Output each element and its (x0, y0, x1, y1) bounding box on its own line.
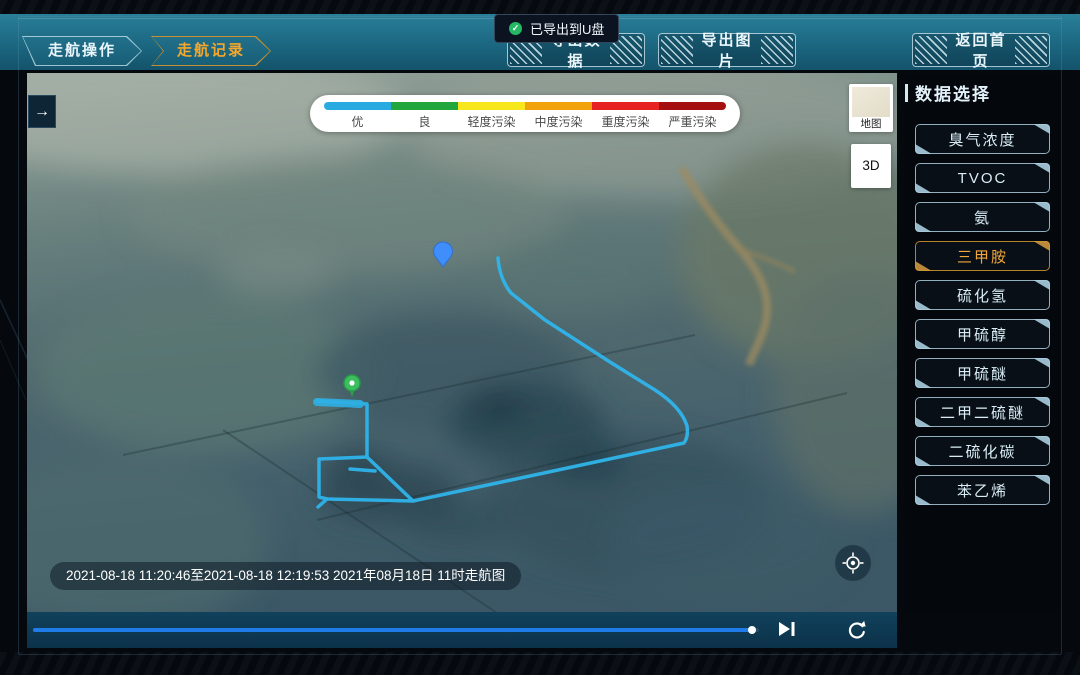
basemap-label: 地图 (849, 117, 893, 131)
tab-label: 走航操作 (22, 36, 142, 66)
sidebar-title: 数据选择 (905, 80, 1060, 105)
export-success-toast: ✓ 已导出到U盘 (494, 14, 619, 43)
success-check-icon: ✓ (509, 22, 522, 35)
playback-bar (27, 612, 897, 648)
playback-progress-track[interactable] (33, 628, 759, 632)
aqi-level-label: 优 (324, 113, 391, 130)
aqi-color-segment (391, 102, 458, 110)
pollutant-button[interactable]: TVOC (915, 163, 1050, 193)
aqi-gradient-bar (324, 102, 726, 110)
top-decorative-strip (0, 0, 1080, 14)
map-3d-toggle-button[interactable]: 3D (851, 144, 891, 188)
pollutant-label: 苯乙烯 (957, 480, 1008, 501)
aqi-label-row: 优良轻度污染中度污染重度污染严重污染 (324, 113, 726, 130)
pollutant-label: 甲硫醚 (957, 363, 1008, 384)
aqi-color-segment (458, 102, 525, 110)
aqi-level-label: 严重污染 (659, 113, 726, 130)
skip-end-icon (777, 621, 797, 637)
pollutant-label: 甲硫醇 (957, 324, 1008, 345)
pollutant-button[interactable]: 二硫化碳 (915, 436, 1050, 466)
progress-fill (33, 628, 752, 632)
aqi-color-segment (659, 102, 726, 110)
route-time-caption: 2021-08-18 11:20:46至2021-08-18 12:19:53 … (50, 562, 521, 590)
bottom-decorative-strip (0, 652, 1080, 675)
basemap-thumbnail (852, 87, 890, 117)
back-home-button[interactable]: 返回首页 (912, 33, 1050, 67)
pollutant-label: 氨 (974, 207, 991, 228)
pollutant-button[interactable]: 三甲胺 (915, 241, 1050, 271)
back-home-label: 返回首页 (949, 29, 1013, 71)
export-image-label: 导出图片 (695, 29, 759, 71)
progress-knob[interactable] (748, 626, 756, 634)
pollutant-label: 二硫化碳 (948, 441, 1016, 462)
data-select-sidebar: 数据选择 臭气浓度 TVOC 氨 三甲胺 (905, 75, 1060, 612)
left-circuit-decoration (0, 270, 30, 470)
nav-tab[interactable]: 走航操作 (22, 36, 142, 66)
title-accent-bar (905, 84, 908, 102)
aqi-color-segment (592, 102, 659, 110)
pollutant-label: 二甲二硫醚 (940, 402, 1025, 423)
aqi-level-label: 重度污染 (592, 113, 659, 130)
pollutant-label: 三甲胺 (957, 246, 1008, 267)
hatch-decoration (661, 36, 693, 64)
pollutant-button[interactable]: 硫化氢 (915, 280, 1050, 310)
locate-compass-button[interactable] (835, 545, 871, 581)
hatch-decoration (761, 36, 793, 64)
export-image-button[interactable]: 导出图片 (658, 33, 796, 67)
aqi-level-label: 良 (391, 113, 458, 130)
crosshair-target-icon (841, 551, 865, 575)
basemap-switch-button[interactable]: 地图 (849, 84, 893, 132)
pollutant-label: 硫化氢 (957, 285, 1008, 306)
pollutant-button[interactable]: 甲硫醇 (915, 319, 1050, 349)
refresh-icon (847, 620, 867, 640)
tab-group: 走航操作 走航记录 (22, 36, 271, 66)
pollutant-label: TVOC (958, 170, 1008, 187)
pollutant-label: 臭气浓度 (948, 129, 1016, 150)
satellite-map-canvas (27, 73, 897, 612)
app-root: 走航操作 走航记录 导出数据 导出图片 返回首页 (0, 0, 1080, 675)
aqi-level-label: 中度污染 (525, 113, 592, 130)
aqi-color-segment (525, 102, 592, 110)
skip-to-end-button[interactable] (775, 620, 799, 640)
replay-button[interactable] (845, 620, 869, 640)
hatch-decoration (1015, 36, 1047, 64)
pollutant-button[interactable]: 二甲二硫醚 (915, 397, 1050, 427)
sidebar-title-text: 数据选择 (915, 80, 991, 105)
toast-message: 已导出到U盘 (530, 19, 604, 38)
tab-label: 走航记录 (151, 36, 271, 66)
collapse-panel-arrow-button[interactable]: → (28, 95, 56, 128)
pollutant-button[interactable]: 苯乙烯 (915, 475, 1050, 505)
hatch-decoration (915, 36, 947, 64)
aqi-level-label: 轻度污染 (458, 113, 525, 130)
pollutant-button[interactable]: 甲硫醚 (915, 358, 1050, 388)
pollutant-button[interactable]: 臭气浓度 (915, 124, 1050, 154)
map-panel[interactable]: → 优良轻度污染中度污染重度污染严重污染 地图 3D 2021-08-18 11… (27, 73, 897, 612)
pollutant-button-list: 臭气浓度 TVOC 氨 三甲胺 硫化氢 甲硫醇 (905, 124, 1060, 505)
aqi-legend: 优良轻度污染中度污染重度污染严重污染 (310, 95, 740, 132)
pollutant-button[interactable]: 氨 (915, 202, 1050, 232)
nav-tab[interactable]: 走航记录 (151, 36, 271, 66)
aqi-color-segment (324, 102, 391, 110)
